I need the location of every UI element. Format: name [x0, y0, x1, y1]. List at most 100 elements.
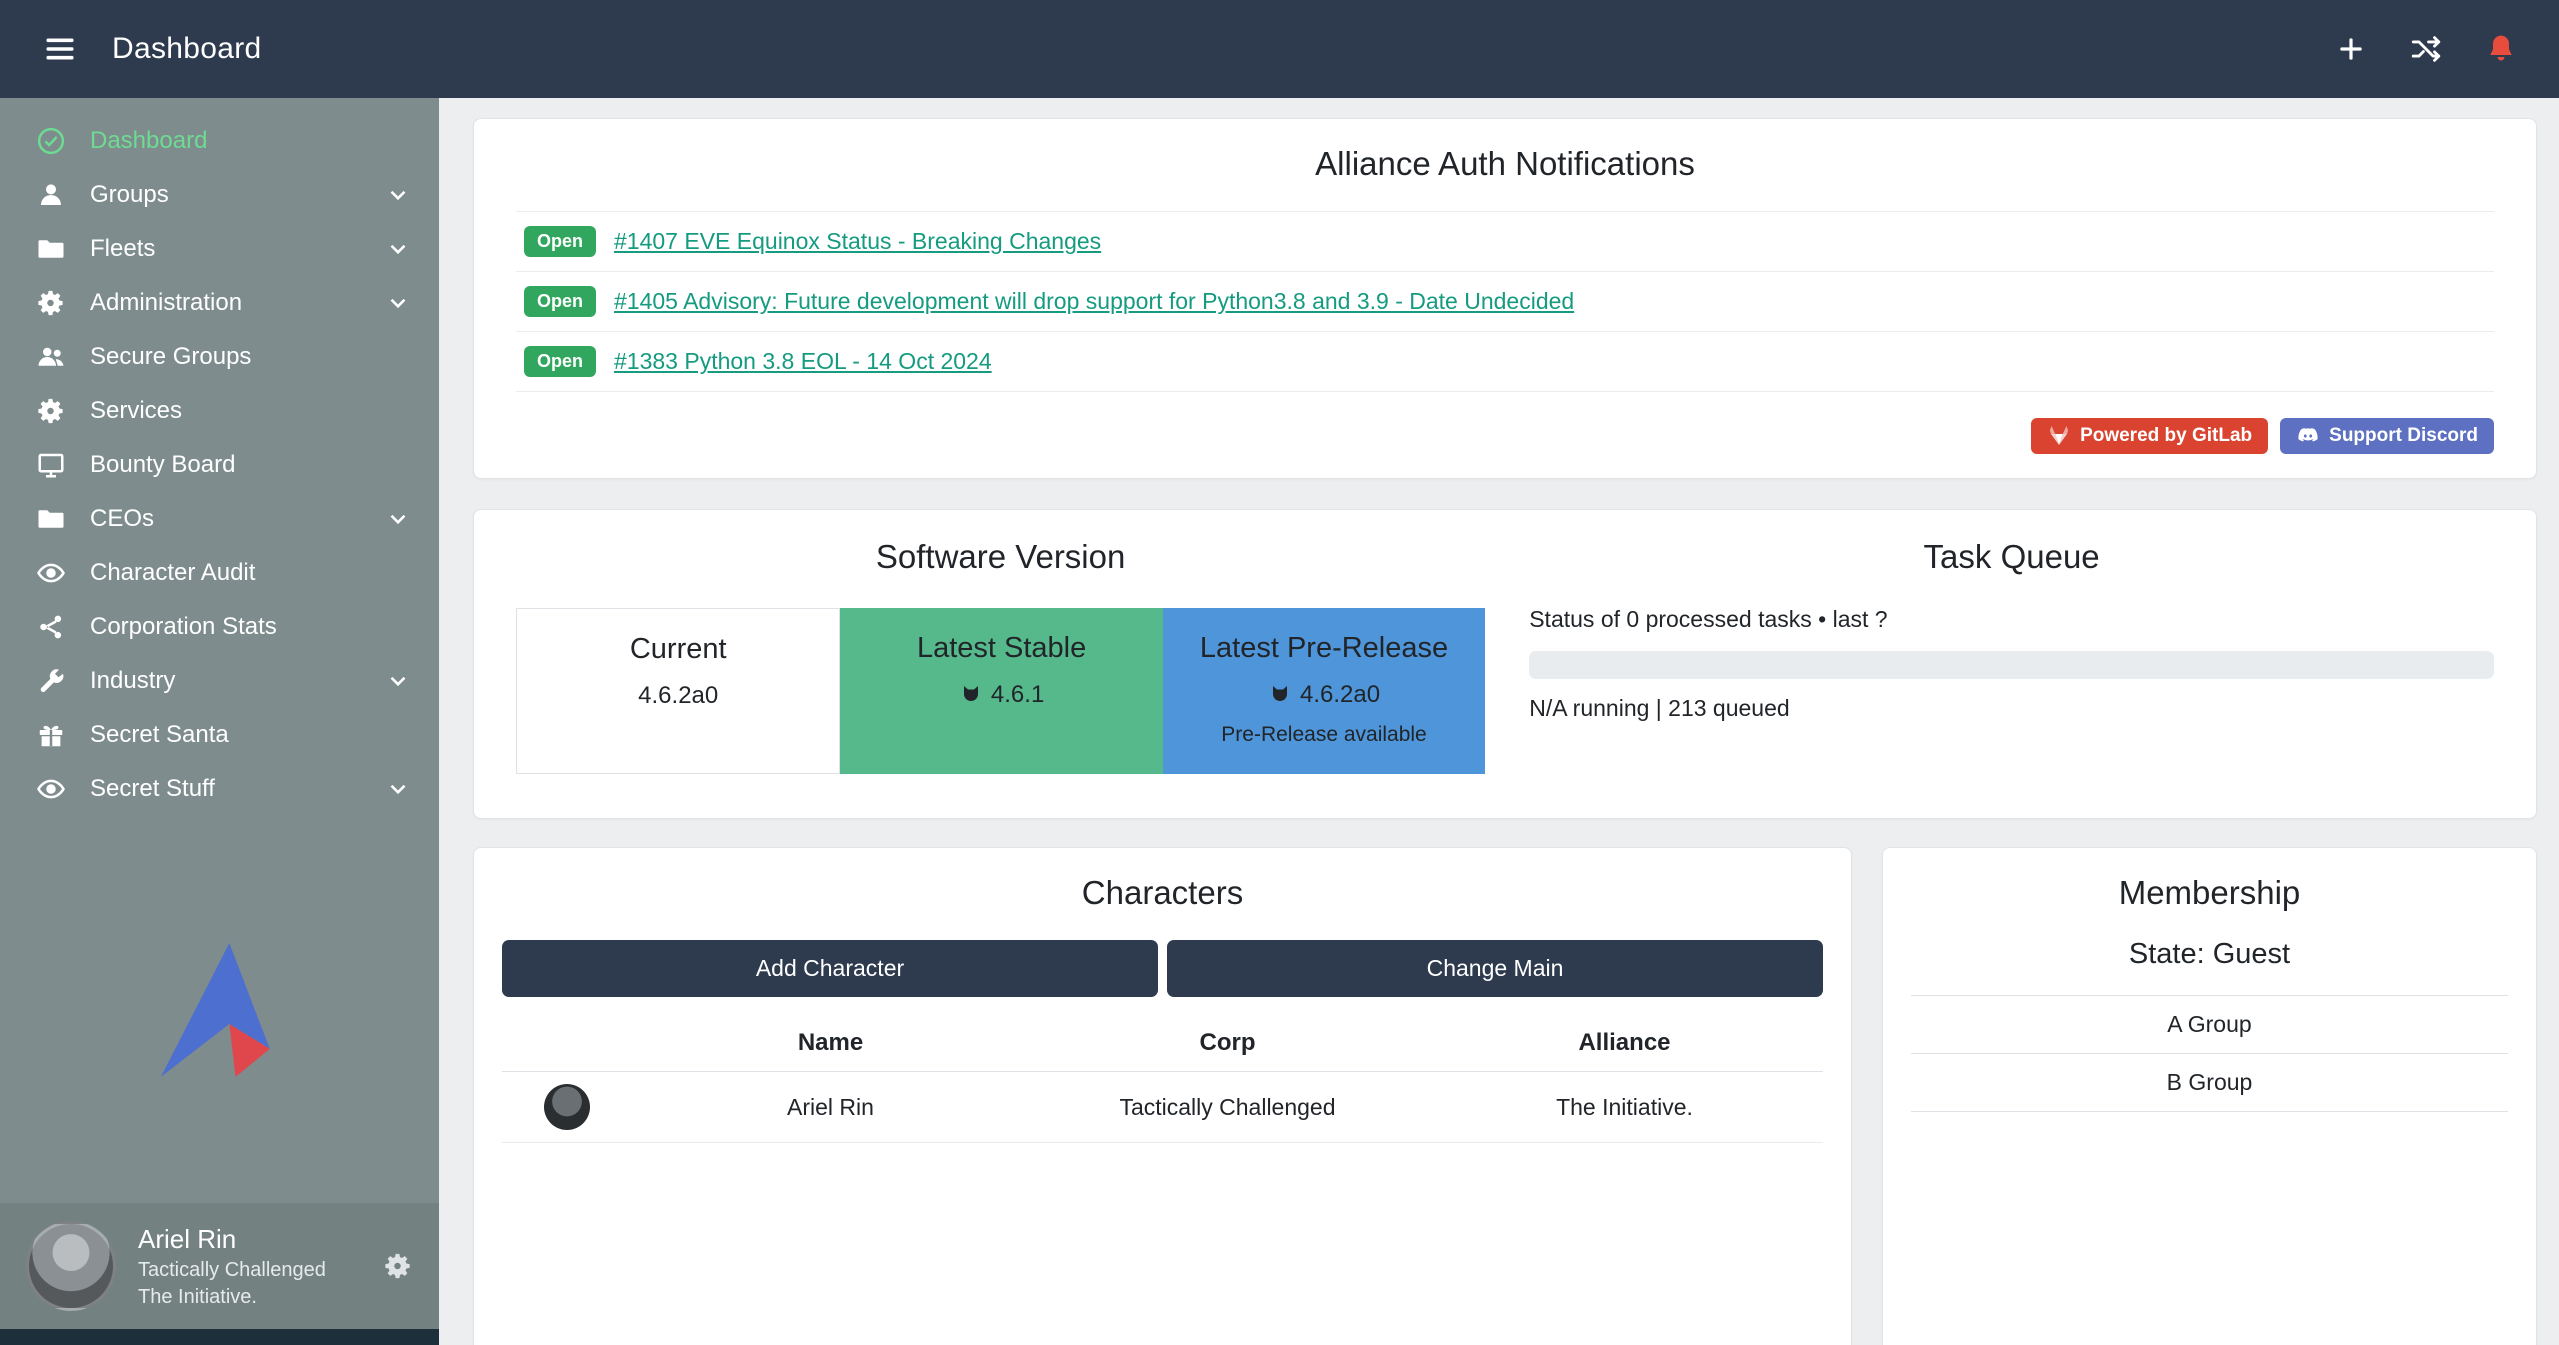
notification-row: Open #1405 Advisory: Future development … [516, 272, 2494, 332]
version-box-prerelease: Latest Pre-Release 4.6.2a0 Pre-Release a… [1163, 608, 1485, 774]
main-content: Alliance Auth Notifications Open #1407 E… [439, 98, 2559, 1345]
character-avatar [544, 1084, 590, 1130]
sidebar-item-label: Fleets [90, 235, 155, 263]
gitlab-icon [2047, 424, 2071, 448]
user-name: Ariel Rin [138, 1224, 326, 1255]
sidebar-item-ceos[interactable]: CEOs [0, 492, 439, 546]
notifications-bell-icon[interactable] [2485, 32, 2517, 66]
column-header-corp: Corp [1029, 1029, 1426, 1057]
prerelease-note: Pre-Release available [1163, 723, 1485, 747]
status-badge: Open [524, 286, 596, 317]
sidebar-item-label: Secret Stuff [90, 775, 215, 803]
version-tag-icon [1268, 683, 1292, 707]
sidebar-item-secret-santa[interactable]: Secret Santa [0, 708, 439, 762]
notification-link[interactable]: #1405 Advisory: Future development will … [614, 288, 1574, 315]
version-box-current: Current 4.6.2a0 [516, 608, 840, 774]
sidebar-item-groups[interactable]: Groups [0, 168, 439, 222]
column-header-alliance: Alliance [1426, 1029, 1823, 1057]
discord-icon [2296, 424, 2320, 448]
shuffle-icon[interactable] [2409, 32, 2443, 66]
notification-row: Open #1407 EVE Equinox Status - Breaking… [516, 212, 2494, 272]
sidebar-item-label: Services [90, 397, 182, 425]
notification-link[interactable]: #1383 Python 3.8 EOL - 14 Oct 2024 [614, 348, 992, 375]
sidebar-item-label: Industry [90, 667, 175, 695]
chevron-down-icon [385, 182, 411, 208]
membership-state: State: Guest [1911, 938, 2508, 971]
navbar-actions [2335, 32, 2517, 66]
version-box-label: Latest Stable [840, 632, 1162, 665]
characters-table-header: Name Corp Alliance [502, 1015, 1823, 1072]
sidebar-item-label: Groups [90, 181, 169, 209]
sidebar-item-label: Secret Santa [90, 721, 229, 749]
chevron-down-icon [385, 668, 411, 694]
menu-toggle-button[interactable] [42, 31, 78, 67]
characters-card: Characters Add Character Change Main Nam… [473, 847, 1852, 1345]
task-queue-section: Task Queue Status of 0 processed tasks •… [1529, 538, 2494, 774]
sidebar-item-corporation-stats[interactable]: Corporation Stats [0, 600, 439, 654]
discord-badge[interactable]: Support Discord [2280, 418, 2494, 454]
chevron-down-icon [385, 236, 411, 262]
user-info: Ariel Rin Tactically Challenged The Init… [138, 1224, 326, 1309]
folder-icon [34, 504, 68, 534]
add-character-button[interactable]: Add Character [502, 940, 1158, 997]
notifications-card: Alliance Auth Notifications Open #1407 E… [473, 118, 2537, 479]
alliance-logo-wrap [0, 816, 439, 1203]
add-icon[interactable] [2335, 33, 2367, 65]
version-box-stable: Latest Stable 4.6.1 [840, 608, 1162, 774]
character-buttons: Add Character Change Main [502, 940, 1823, 997]
current-version: 4.6.2a0 [638, 682, 718, 710]
characters-table: Name Corp Alliance Ariel Rin Tactically … [502, 1015, 1823, 1143]
sidebar-item-administration[interactable]: Administration [0, 276, 439, 330]
user-avatar [26, 1221, 116, 1311]
sidebar-item-services[interactable]: Services [0, 384, 439, 438]
sidebar-item-label: Corporation Stats [90, 613, 277, 641]
sidebar-item-label: Bounty Board [90, 451, 235, 479]
task-queue-summary: N/A running | 213 queued [1529, 695, 2494, 722]
characters-title: Characters [502, 874, 1823, 912]
sidebar-item-fleets[interactable]: Fleets [0, 222, 439, 276]
gitlab-badge[interactable]: Powered by GitLab [2031, 418, 2268, 454]
external-badges: Powered by GitLab Support Discord [516, 418, 2494, 454]
sidebar-item-label: Secure Groups [90, 343, 251, 371]
sidebar-bottom-strip [0, 1329, 439, 1345]
notifications-title: Alliance Auth Notifications [516, 145, 2494, 183]
user-settings-gear-icon[interactable] [383, 1251, 413, 1281]
prerelease-version: 4.6.2a0 [1300, 681, 1380, 709]
sidebar-item-label: Administration [90, 289, 242, 317]
sidebar-item-dashboard[interactable]: Dashboard [0, 114, 439, 168]
version-boxes: Current 4.6.2a0 Latest Stable 4.6.1 Late… [516, 608, 1485, 774]
change-main-button[interactable]: Change Main [1167, 940, 1823, 997]
stable-version: 4.6.1 [991, 681, 1044, 709]
sidebar: Dashboard Groups Fleets Administration [0, 98, 439, 1345]
user-icon [34, 180, 68, 210]
sidebar-item-label: CEOs [90, 505, 154, 533]
notifications-list: Open #1407 EVE Equinox Status - Breaking… [516, 211, 2494, 392]
list-item: B Group [1911, 1054, 2508, 1112]
sidebar-item-character-audit[interactable]: Character Audit [0, 546, 439, 600]
task-queue-title: Task Queue [1529, 538, 2494, 576]
bottom-row: Characters Add Character Change Main Nam… [473, 847, 2537, 1345]
version-box-label: Latest Pre-Release [1163, 632, 1485, 665]
board-icon [34, 450, 68, 480]
gears-icon [34, 288, 68, 318]
sidebar-item-secret-stuff[interactable]: Secret Stuff [0, 762, 439, 816]
table-row: Ariel Rin Tactically Challenged The Init… [502, 1072, 1823, 1143]
sidebar-item-label: Dashboard [90, 127, 207, 155]
chevron-down-icon [385, 290, 411, 316]
task-queue-status: Status of 0 processed tasks • last ? [1529, 606, 2494, 633]
folder-icon [34, 234, 68, 264]
sidebar-item-bounty-board[interactable]: Bounty Board [0, 438, 439, 492]
notification-row: Open #1383 Python 3.8 EOL - 14 Oct 2024 [516, 332, 2494, 392]
gift-icon [34, 720, 68, 750]
sidebar-item-industry[interactable]: Industry [0, 654, 439, 708]
check-circle-icon [34, 126, 68, 156]
column-header-name: Name [632, 1029, 1029, 1057]
users-icon [34, 342, 68, 372]
page-title: Dashboard [112, 32, 261, 66]
version-tag-icon [959, 683, 983, 707]
wrench-icon [34, 666, 68, 696]
sidebar-item-secure-groups[interactable]: Secure Groups [0, 330, 439, 384]
share-icon [34, 612, 68, 642]
user-alliance: The Initiative. [138, 1286, 326, 1309]
notification-link[interactable]: #1407 EVE Equinox Status - Breaking Chan… [614, 228, 1101, 255]
